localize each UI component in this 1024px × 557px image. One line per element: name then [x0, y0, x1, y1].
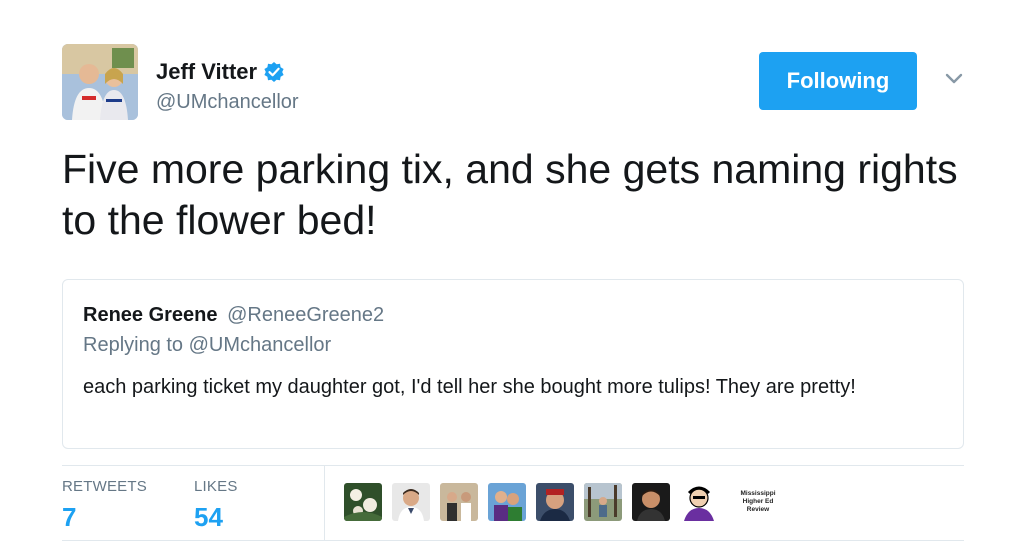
retweets-label: RETWEETS: [62, 478, 147, 495]
liker-avatar-group[interactable]: [440, 483, 478, 521]
liker-avatar-logo[interactable]: Mississippi Higher Ed Review: [728, 483, 788, 521]
logo-text-line1: Mississippi: [740, 490, 776, 497]
likes-label: LIKES: [194, 478, 238, 495]
tweet-header: Jeff Vitter @UMchancellor Following: [62, 44, 972, 124]
following-button[interactable]: Following: [759, 52, 917, 110]
liker-avatar-costume[interactable]: [488, 483, 526, 521]
logo-text-line3: Review: [746, 506, 770, 513]
verified-badge-icon: [263, 61, 285, 83]
author-avatar[interactable]: [62, 44, 138, 120]
liker-avatar-cartoon[interactable]: [680, 483, 718, 521]
likes-count: 54: [194, 502, 223, 532]
author-name-row: Jeff Vitter: [156, 58, 299, 86]
quoted-tweet-header: Renee Greene @ReneeGreene2: [83, 302, 384, 328]
author-handle[interactable]: @UMchancellor: [156, 88, 299, 116]
quoted-replying-to: Replying to @UMchancellor: [83, 334, 332, 356]
author-display-name[interactable]: Jeff Vitter: [156, 58, 257, 86]
tweet-text: Five more parking tix, and she gets nami…: [62, 146, 958, 243]
quoted-author-name: Renee Greene: [83, 304, 218, 326]
liker-avatar-man[interactable]: [392, 483, 430, 521]
likes-stat[interactable]: LIKES 54: [194, 478, 238, 534]
stats-divider: [324, 466, 325, 540]
tweet-stats: RETWEETS 7 LIKES 54 Mississippi Higher E…: [62, 465, 964, 541]
quoted-author-handle: @ReneeGreene2: [227, 304, 385, 326]
liker-avatar-outdoor[interactable]: [584, 483, 622, 521]
quoted-tweet[interactable]: Renee Greene @ReneeGreene2 Replying to @…: [62, 279, 964, 449]
liker-avatars: Mississippi Higher Ed Review: [344, 483, 788, 521]
quoted-tweet-text: each parking ticket my daughter got, I'd…: [83, 376, 856, 398]
chevron-down-icon[interactable]: [942, 66, 966, 90]
liker-avatar-selfie[interactable]: [536, 483, 574, 521]
liker-avatar-flower[interactable]: [344, 483, 382, 521]
retweets-stat[interactable]: RETWEETS 7: [62, 478, 147, 534]
author-info: Jeff Vitter @UMchancellor: [156, 58, 299, 116]
retweets-count: 7: [62, 502, 77, 532]
liker-avatar-dark[interactable]: [632, 483, 670, 521]
logo-text-line2: Higher Ed: [742, 498, 774, 505]
